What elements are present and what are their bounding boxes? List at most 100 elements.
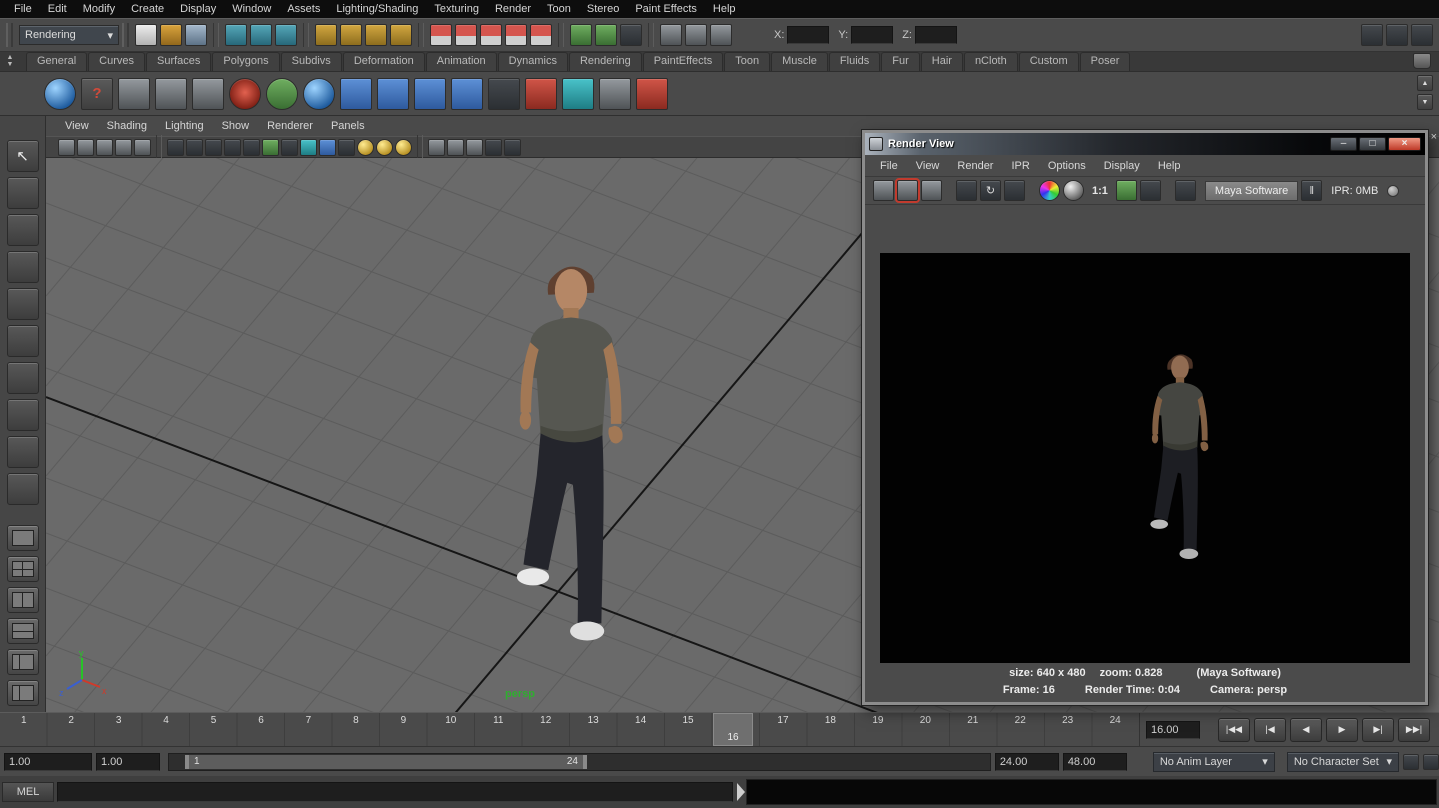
select-handles-icon[interactable]: [315, 24, 337, 46]
toon-outline-icon[interactable]: [266, 78, 298, 110]
frame-tick-label[interactable]: 7: [285, 713, 332, 729]
frame-tick-label[interactable]: 8: [332, 713, 379, 729]
section-collapse-grip[interactable]: [122, 23, 129, 47]
command-input[interactable]: [57, 782, 733, 802]
open-scene-icon[interactable]: [160, 24, 182, 46]
bookmark-icon[interactable]: [96, 139, 113, 156]
camera-attributes-icon[interactable]: [77, 139, 94, 156]
save-scene-icon[interactable]: [185, 24, 207, 46]
transport-button[interactable]: ▶|: [1362, 718, 1394, 742]
time-slider-track[interactable]: 123456789101112131415161718192021222324 …: [0, 713, 1140, 746]
main-menu-item[interactable]: Help: [705, 0, 744, 18]
x-coordinate-input[interactable]: [787, 26, 829, 44]
shelf-tab[interactable]: Custom: [1019, 52, 1079, 71]
motion-blur-icon[interactable]: [281, 139, 298, 156]
range-slider-track[interactable]: 1 24: [168, 753, 991, 771]
shelf-scroll-down-icon[interactable]: ▼: [1417, 94, 1433, 110]
shelf-tab[interactable]: Deformation: [343, 52, 425, 71]
shelf-tab[interactable]: nCloth: [964, 52, 1018, 71]
view-transform-icon[interactable]: [504, 139, 521, 156]
spreadsheet-icon[interactable]: [488, 78, 520, 110]
playback-start-input[interactable]: [96, 753, 160, 771]
panel-menu-item[interactable]: Shading: [98, 120, 156, 132]
shading-group-icon[interactable]: [377, 78, 409, 110]
y-coordinate-input[interactable]: [851, 26, 893, 44]
zoom-one-to-one-button[interactable]: 1:1: [1087, 185, 1113, 197]
frame-tick-label[interactable]: 10: [427, 713, 474, 729]
screen-space-ao-icon[interactable]: [262, 139, 279, 156]
frame-tick-label[interactable]: 3: [95, 713, 142, 729]
shading-network-icon[interactable]: [414, 78, 446, 110]
menu-set-selector[interactable]: Rendering ▾: [19, 25, 119, 45]
character-model[interactable]: [476, 243, 666, 658]
camera-aim-icon[interactable]: [155, 78, 187, 110]
main-menu-item[interactable]: Window: [224, 0, 279, 18]
ocean-sphere-icon[interactable]: [303, 78, 335, 110]
render-settings-icon[interactable]: [710, 24, 732, 46]
shelf-tab[interactable]: General: [26, 52, 87, 71]
rgb-channels-icon[interactable]: [1039, 180, 1060, 201]
frame-tick-label[interactable]: 24: [1091, 713, 1138, 729]
wireframe-icon[interactable]: [167, 139, 184, 156]
transport-button[interactable]: ◀: [1290, 718, 1322, 742]
snap-curve-icon[interactable]: [455, 24, 477, 46]
render-view-menu-item[interactable]: View: [907, 160, 949, 172]
current-frame-marker[interactable]: 16: [713, 713, 753, 746]
shelf-tab[interactable]: Animation: [426, 52, 497, 71]
main-menu-item[interactable]: Texturing: [426, 0, 487, 18]
shelf-tab[interactable]: Poser: [1080, 52, 1131, 71]
shelf-tab[interactable]: Hair: [921, 52, 963, 71]
xray-joints-icon[interactable]: [447, 139, 464, 156]
z-coordinate-input[interactable]: [915, 26, 957, 44]
frame-tick-label[interactable]: 18: [807, 713, 854, 729]
render-current-frame-icon[interactable]: [660, 24, 682, 46]
shelf-tab[interactable]: Polygons: [212, 52, 279, 71]
two-d-pan-zoom-icon[interactable]: [134, 139, 151, 156]
ipr-render-frame-icon[interactable]: [956, 180, 977, 201]
layout-outliner-persp-icon[interactable]: [7, 649, 39, 675]
rotate-tool-icon[interactable]: [7, 325, 39, 357]
gamma-icon[interactable]: [485, 139, 502, 156]
shelf-tab[interactable]: Dynamics: [498, 52, 568, 71]
main-menu-item[interactable]: Edit: [40, 0, 75, 18]
main-menu-item[interactable]: Modify: [75, 0, 123, 18]
sever-connection-icon[interactable]: [636, 78, 668, 110]
refresh-ipr-icon[interactable]: ↻: [980, 180, 1001, 201]
docked-panel-close-icon[interactable]: ×: [1431, 131, 1437, 143]
layout-two-pane-horizontal-icon[interactable]: [7, 618, 39, 644]
frame-tick-label[interactable]: 12: [522, 713, 569, 729]
redo-previous-render-icon[interactable]: [897, 180, 918, 201]
maximize-button[interactable]: □: [1359, 137, 1386, 151]
open-render-settings-icon[interactable]: [1175, 180, 1196, 201]
xray-icon[interactable]: [428, 139, 445, 156]
shelf-tab[interactable]: Toon: [724, 52, 770, 71]
render-region-icon[interactable]: [1004, 180, 1025, 201]
animation-end-input[interactable]: [1063, 753, 1127, 771]
current-time-input[interactable]: [1146, 721, 1200, 739]
main-menu-item[interactable]: Toon: [539, 0, 579, 18]
display-real-size-icon[interactable]: [1116, 180, 1137, 201]
flat-lighting-icon[interactable]: [395, 139, 412, 156]
default-lighting-icon[interactable]: [357, 139, 374, 156]
character-set-selector[interactable]: No Character Set ▾: [1287, 752, 1399, 772]
shelf-scroll-up-icon[interactable]: ▲: [1417, 75, 1433, 91]
section-collapse-grip[interactable]: [6, 23, 13, 47]
toggle-attribute-editor-icon[interactable]: [1361, 24, 1383, 46]
frame-tick-label[interactable]: 22: [997, 713, 1044, 729]
all-lighting-icon[interactable]: [376, 139, 393, 156]
shelf-tab[interactable]: Rendering: [569, 52, 642, 71]
main-menu-item[interactable]: Stereo: [579, 0, 627, 18]
shelf-tab[interactable]: Surfaces: [146, 52, 211, 71]
layout-single-pane-icon[interactable]: [7, 525, 39, 551]
output-connections-icon[interactable]: [595, 24, 617, 46]
shadows-icon[interactable]: [243, 139, 260, 156]
use-all-lights-icon[interactable]: [224, 139, 241, 156]
shelf-tab[interactable]: Fur: [881, 52, 920, 71]
toggle-tool-settings-icon[interactable]: [1386, 24, 1408, 46]
set-driven-key-icon[interactable]: [525, 78, 557, 110]
transport-button[interactable]: ▶: [1326, 718, 1358, 742]
trash-icon[interactable]: [1413, 53, 1431, 69]
select-hierarchy-icon[interactable]: [225, 24, 247, 46]
paint-select-tool-icon[interactable]: [7, 214, 39, 246]
shelf-menu-arrows[interactable]: ▲ ▼: [2, 51, 18, 71]
